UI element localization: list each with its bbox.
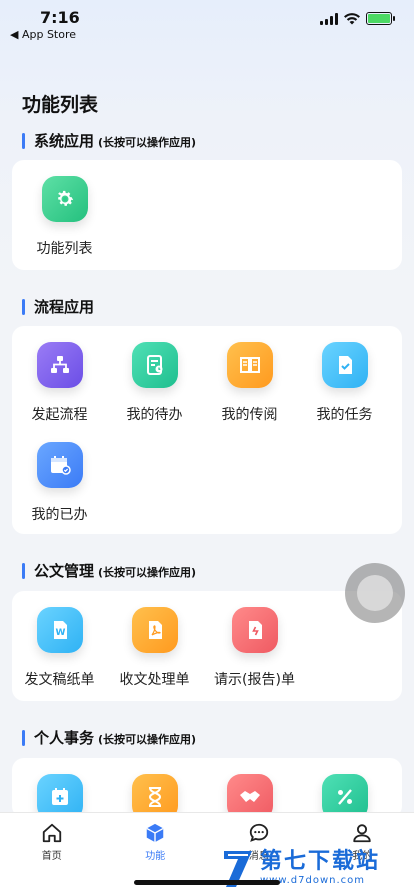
card-official-docs: W 发文稿纸单 收文处理单 请示(报告)单 [12,591,402,701]
app-item-label: 发文稿纸单 [24,672,95,688]
page-title: 功能列表 [22,94,99,116]
app-item-label: 请示(报告)单 [214,672,295,688]
app-item-my-circulation[interactable]: 我的传阅 [202,342,297,442]
app-item-label: 收文处理单 [119,672,190,688]
app-item-incoming-doc[interactable]: 收文处理单 [107,607,202,707]
tab-label: 首页 [41,851,62,862]
calendar-check-icon [36,442,83,488]
card-personal [12,758,402,818]
chat-icon [249,823,268,842]
section-hint: (长按可以操作应用) [98,566,197,579]
back-to-app-store-link[interactable]: ◀ App Store [10,28,76,41]
task-check-icon [321,342,368,388]
todo-doc-icon [131,342,178,388]
section-header-flow: 流程应用 [22,296,94,317]
battery-icon [366,12,395,25]
tab-home[interactable]: 首页 [0,813,104,896]
app-item-start-flow[interactable]: 发起流程 [12,342,107,442]
wifi-icon [344,12,360,24]
section-hint: (长按可以操作应用) [98,136,197,149]
section-hint: (长按可以操作应用) [98,733,197,746]
status-bar: 7:16 ◀ App Store [0,0,414,44]
section-accent-bar [22,298,25,315]
tab-label: 功能 [145,851,166,862]
home-indicator [134,880,280,885]
section-header-system: 系统应用 (长按可以操作应用) [22,130,196,151]
section-header-personal: 个人事务 (长按可以操作应用) [22,727,196,748]
svg-text:W: W [55,628,65,638]
pdf-doc-icon [131,607,178,653]
signal-icon [320,12,338,25]
assistive-touch-button[interactable] [345,563,405,623]
app-item-my-tasks[interactable]: 我的任务 [297,342,392,442]
section-accent-bar [22,729,25,746]
status-time: 7:16 [40,8,80,27]
report-doc-icon [231,607,278,653]
watermark-title: 第七下载站 [260,848,381,874]
app-item-my-done[interactable]: 我的已办 [12,442,107,542]
home-icon [42,823,61,843]
section-header-official-docs: 公文管理 (长按可以操作应用) [22,560,196,581]
status-icons [320,12,395,25]
app-item-label: 我的任务 [316,407,373,423]
word-doc-icon: W [36,607,83,653]
section-title: 系统应用 [34,132,95,150]
app-item-my-todo[interactable]: 我的待办 [107,342,202,442]
assistive-touch-inner [357,575,393,611]
app-item-function-list[interactable]: 功能列表 [12,176,117,276]
card-flow-apps: 发起流程 我的待办 我的传阅 我的任务 我的已办 [12,326,402,534]
app-item-label: 我的已办 [31,507,88,523]
user-icon [353,824,371,843]
card-system-apps: 功能列表 [12,160,402,270]
cube-icon [146,823,164,843]
section-title: 流程应用 [34,298,95,316]
app-item-label: 我的待办 [126,407,183,423]
app-item-label: 我的传阅 [221,407,278,423]
book-icon [226,342,273,388]
flowchart-icon [36,342,83,388]
app-item-request-report[interactable]: 请示(报告)单 [202,607,307,707]
app-item-label: 发起流程 [31,407,88,423]
section-title: 公文管理 [34,562,95,580]
section-accent-bar [22,132,25,149]
section-title: 个人事务 [34,729,95,747]
section-accent-bar [22,562,25,579]
app-item-label: 功能列表 [36,241,93,257]
gear-icon [41,176,88,222]
app-item-outgoing-doc[interactable]: W 发文稿纸单 [12,607,107,707]
